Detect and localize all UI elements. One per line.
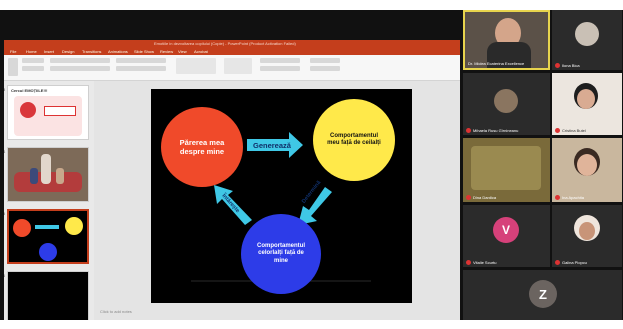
mini-blue-circle [39,243,57,261]
tab-insert[interactable]: Insert [44,49,54,54]
participant-tile[interactable]: Z [463,270,622,320]
tab-acrobat[interactable]: Acrobat [194,49,208,54]
participant-name: Cristina Butel [562,128,586,133]
paste-button[interactable] [8,58,18,76]
participant-tile[interactable]: Dr. Miclea Ecaterina Excellence [463,10,550,70]
notes-placeholder[interactable]: Click to add notes [100,309,132,314]
tab-slide-show[interactable]: Slide Show [134,49,154,54]
participant-tile[interactable]: Dina Dardica [463,138,550,202]
participant-tile[interactable]: Galina Plopcu [552,205,622,267]
participant-face [577,89,595,109]
thumbnail-slide-6[interactable] [7,271,89,320]
arrow-label-top: Generează [253,141,291,150]
label-box [44,106,76,116]
thumb-photo [8,148,88,201]
tab-file[interactable]: File [10,49,16,54]
participant-tile[interactable]: Ina Apachita [552,138,622,202]
circle-red: Părerea mea despre mine [161,107,243,187]
participant-tile[interactable]: Mihaela Rusu Gîrnineanu [463,73,550,135]
thumb-number: 3 [4,87,6,92]
thumb-heading: Cercul EMOȚIILE!!! [11,88,48,93]
thumb-number: 4 [4,149,6,154]
font-format-buttons[interactable] [50,66,110,71]
shape-fill-button[interactable] [260,58,300,63]
tab-view[interactable]: View [178,49,187,54]
circle-yellow: Comportamentul meu față de ceilalți [313,99,395,181]
mini-yellow-circle [65,217,83,235]
tab-design[interactable]: Design [62,49,74,54]
mic-muted-icon [555,195,560,200]
powerpoint-window: Emotiile in dezvoltarea copilului (Copie… [4,40,460,320]
participant-avatar [574,215,600,241]
child-figure [30,168,38,184]
replace-button[interactable] [310,66,340,71]
mini-arrow [35,225,59,229]
participant-name: Mihaela Rusu Gîrnineanu [473,128,519,133]
shape-outline-button[interactable] [260,66,300,71]
layout-button[interactable] [22,66,44,71]
circle-blue-text: Comportamentul celorlalți față de mine [257,242,305,264]
thumbnail-slide-4[interactable] [7,147,89,202]
thumbnail-slide-3[interactable]: Cercul EMOȚIILE!!! [7,85,89,140]
circle-red-text: Părerea mea despre mine [179,138,225,156]
thumb-number: 5 [4,211,6,216]
thumb-number: 6 [4,273,6,278]
participant-name: Ina Apachita [562,195,585,200]
participant-name: Galina Plopcu [562,260,587,265]
tab-review[interactable]: Review [160,49,173,54]
avatar-face [579,222,595,240]
tab-animations[interactable]: Animations [108,49,128,54]
thumb-image [14,96,82,136]
child-figure [56,168,64,184]
find-button[interactable] [310,58,340,63]
slide-editor: Părerea mea despre mine Comportamentul m… [94,81,460,320]
participant-name: Ilona Bica [562,63,580,68]
arrange-button[interactable] [224,58,252,74]
participant-avatar [494,89,518,113]
thumbnail-slide-5[interactable] [7,209,89,264]
shapes-gallery[interactable] [176,58,216,74]
participant-tile[interactable]: Ilona Bica [552,10,622,70]
ppt-titlebar: Emotiile in dezvoltarea copilului (Copie… [4,40,460,48]
current-slide: Părerea mea despre mine Comportamentul m… [151,89,412,303]
circle-yellow-text: Comportamentul meu față de ceilalți [327,132,381,147]
tab-transitions[interactable]: Transitions [82,49,101,54]
mic-muted-icon [555,260,560,265]
participant-tile[interactable]: Cristina Butel [552,73,622,135]
participant-name: Vitalie Scurtu [473,260,497,265]
window-title: Emotiile in dezvoltarea copilului (Copie… [154,41,296,46]
circle-blue: Comportamentul celorlalți față de mine [241,214,321,294]
ribbon-tabs: File Home Insert Design Transitions Anim… [4,48,460,55]
align-buttons[interactable] [116,66,166,71]
mic-muted-icon [466,260,471,265]
mic-muted-icon [555,63,560,68]
slide-thumbnails-pane: 3 Cercul EMOȚIILE!!! 4 5 6 [4,81,94,320]
tab-home[interactable]: Home [26,49,37,54]
font-family-select[interactable] [50,58,110,63]
meeting-stage: Emotiile in dezvoltarea copilului (Copie… [0,10,623,320]
participant-video [471,146,541,190]
participant-tile[interactable]: V Vitalie Scurtu [463,205,550,267]
mic-muted-icon [555,128,560,133]
participant-avatar: V [493,217,519,243]
mic-muted-icon [466,128,471,133]
participant-avatar [575,22,599,46]
mini-red-circle [13,219,31,237]
person-figure [41,154,51,184]
participant-name: Dr. Miclea Ecaterina Excellence [468,61,525,66]
participant-avatar: Z [529,280,557,308]
ribbon [4,55,460,81]
mic-muted-icon [466,195,471,200]
new-slide-button[interactable] [22,58,44,63]
paragraph-buttons[interactable] [116,58,166,63]
heart-graphic [20,102,36,118]
participant-name: Dina Dardica [473,195,497,200]
participant-face [577,154,597,176]
